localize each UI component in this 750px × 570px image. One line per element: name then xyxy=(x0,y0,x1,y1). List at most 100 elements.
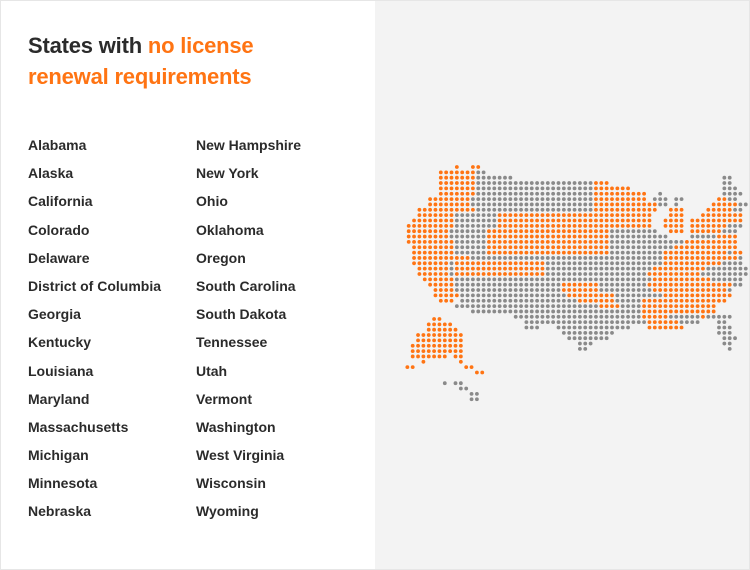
map-dot xyxy=(481,282,486,287)
map-dot xyxy=(487,207,491,212)
map-dot-highlighted xyxy=(421,359,426,364)
map-dot-highlighted xyxy=(535,234,539,239)
map-dot xyxy=(545,277,550,282)
map-dot xyxy=(583,314,588,319)
map-dot-highlighted xyxy=(674,207,679,212)
map-dot-highlighted xyxy=(487,261,491,266)
map-dot xyxy=(454,304,459,308)
map-dot-highlighted xyxy=(465,266,470,271)
map-dot-highlighted xyxy=(458,333,463,337)
map-dot-highlighted xyxy=(476,261,481,266)
map-dot-highlighted xyxy=(437,333,442,337)
map-dot xyxy=(524,325,529,330)
map-dot-highlighted xyxy=(437,327,442,332)
map-dot-highlighted xyxy=(437,343,442,348)
map-dot-highlighted xyxy=(642,213,646,218)
map-dot xyxy=(727,288,732,292)
map-dot xyxy=(481,256,486,260)
map-dot xyxy=(561,202,566,207)
map-dot-highlighted xyxy=(668,282,673,287)
map-dot xyxy=(722,320,727,325)
map-dot xyxy=(492,202,497,207)
map-dot-highlighted xyxy=(658,272,663,276)
map-dot-highlighted xyxy=(454,266,459,271)
map-dot-highlighted xyxy=(711,304,716,308)
map-dot-highlighted xyxy=(594,240,598,244)
map-dot xyxy=(540,309,545,314)
map-dot-highlighted xyxy=(438,277,443,282)
map-dot-highlighted xyxy=(524,266,529,271)
map-dot xyxy=(722,325,727,330)
map-dot-highlighted xyxy=(701,250,705,255)
map-dot-highlighted xyxy=(615,191,620,196)
map-dot xyxy=(471,282,475,287)
map-dot xyxy=(556,191,561,196)
map-dot xyxy=(497,175,502,180)
map-dot-highlighted xyxy=(508,266,513,271)
map-dot-highlighted xyxy=(433,288,438,292)
map-dot xyxy=(454,240,459,244)
map-dot xyxy=(481,186,486,191)
map-dot-highlighted xyxy=(578,240,582,244)
map-dot xyxy=(556,298,561,303)
map-dot-highlighted xyxy=(551,223,556,228)
map-dot-highlighted xyxy=(524,234,529,239)
map-dot-highlighted xyxy=(444,234,449,239)
map-dot xyxy=(583,309,588,314)
map-dot xyxy=(556,304,561,308)
map-dot-highlighted xyxy=(519,272,523,276)
map-dot xyxy=(454,245,459,250)
map-dot-highlighted xyxy=(626,191,630,196)
state-list-item: Washington xyxy=(196,418,276,435)
map-dot-highlighted xyxy=(529,245,534,250)
map-dot-highlighted xyxy=(540,245,545,250)
map-dot-highlighted xyxy=(668,277,673,282)
map-dot-highlighted xyxy=(406,229,411,234)
map-dot-highlighted xyxy=(599,197,604,202)
map-dot xyxy=(487,191,491,196)
map-dot xyxy=(513,256,518,260)
map-dot-highlighted xyxy=(442,343,447,348)
map-dot-highlighted xyxy=(524,240,529,244)
map-dot-highlighted xyxy=(679,293,684,298)
state-list-item: Ohio xyxy=(196,193,228,210)
state-list-item: Delaware xyxy=(28,249,90,266)
map-dot xyxy=(572,330,577,335)
map-dot xyxy=(561,277,566,282)
map-dot xyxy=(524,282,529,287)
map-dot-highlighted xyxy=(679,261,684,266)
map-dot-highlighted xyxy=(471,207,475,212)
map-dot-highlighted xyxy=(647,314,652,319)
map-dot xyxy=(481,277,486,282)
map-dot xyxy=(604,272,609,276)
map-dot-highlighted xyxy=(599,186,604,191)
map-dot-highlighted xyxy=(540,213,545,218)
map-dot-highlighted xyxy=(647,282,652,287)
map-dot-highlighted xyxy=(535,218,539,223)
map-dot xyxy=(738,266,743,271)
map-dot-highlighted xyxy=(695,293,700,298)
map-dot xyxy=(610,250,614,255)
map-dot xyxy=(599,314,604,319)
map-dot-highlighted xyxy=(663,309,668,314)
map-dot xyxy=(513,181,518,185)
state-list-item: Wyoming xyxy=(196,503,259,520)
map-dot xyxy=(551,282,556,287)
map-dot-highlighted xyxy=(442,322,447,327)
map-dot xyxy=(492,181,497,185)
map-dot-highlighted xyxy=(722,256,727,260)
map-dot-highlighted xyxy=(449,213,454,218)
map-dot xyxy=(503,191,507,196)
map-dot xyxy=(442,381,447,386)
map-dot xyxy=(454,223,459,228)
map-dot xyxy=(519,282,523,287)
map-dot xyxy=(561,309,566,314)
map-dot xyxy=(620,256,625,260)
map-dot xyxy=(626,261,630,266)
map-dot xyxy=(642,256,646,260)
map-dot xyxy=(524,314,529,319)
map-dot xyxy=(604,330,609,335)
map-dot xyxy=(722,272,727,276)
map-dot xyxy=(583,272,588,276)
map-dot xyxy=(556,282,561,287)
